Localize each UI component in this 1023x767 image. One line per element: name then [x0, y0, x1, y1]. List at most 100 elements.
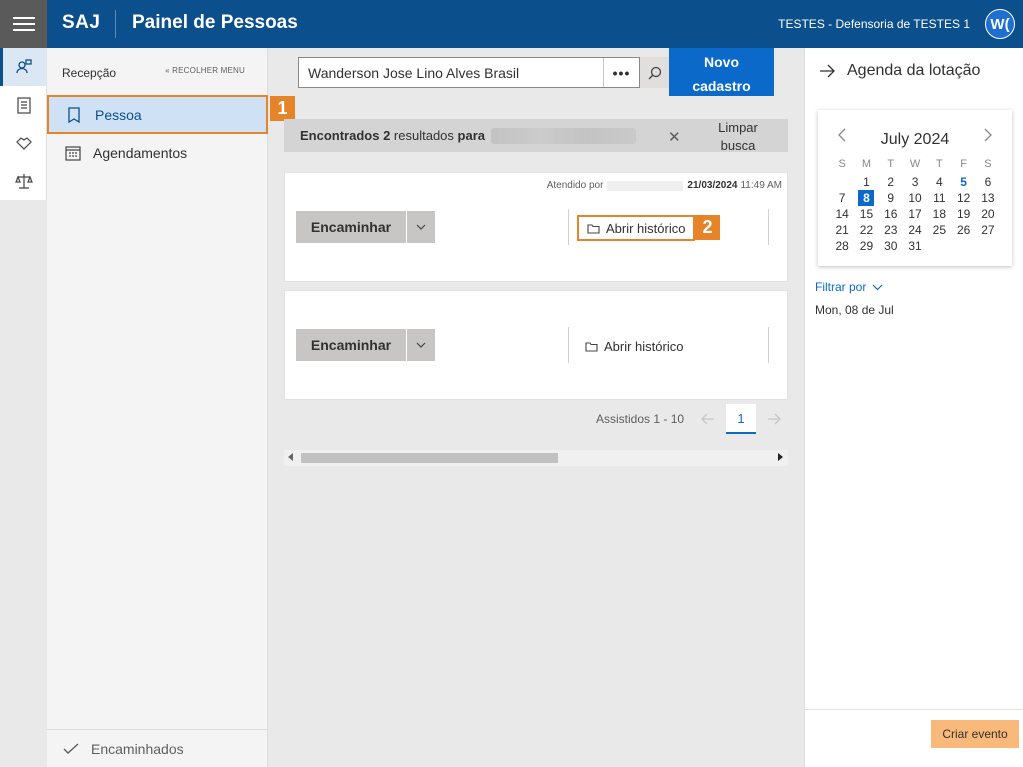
- attended-label: Atendido por: [546, 180, 604, 191]
- filter-dropdown[interactable]: Filtrar por: [815, 280, 883, 294]
- results-summary: Encontrados 2 resultados para: [284, 119, 688, 152]
- nav-item-agendamentos[interactable]: Agendamentos: [47, 134, 268, 172]
- calendar-day[interactable]: 18: [927, 206, 951, 222]
- calendar-day[interactable]: 22: [854, 222, 878, 238]
- truncated-content: [787, 209, 788, 229]
- results-word: resultados: [393, 128, 454, 143]
- agenda-footer: Criar evento: [805, 709, 1023, 767]
- new-record-button[interactable]: Novo cadastro: [669, 48, 774, 96]
- clipboard-icon[interactable]: [0, 86, 47, 124]
- calendar-day[interactable]: 29: [854, 238, 878, 254]
- nav-section-title: Recepção: [62, 66, 117, 80]
- hamburger-menu-icon[interactable]: [0, 0, 47, 48]
- calendar-day[interactable]: 13: [976, 190, 1000, 206]
- arrow-left-icon[interactable]: [694, 404, 722, 434]
- calendar-month[interactable]: July 2024: [818, 131, 1012, 149]
- collapse-menu-button[interactable]: « RECOLHER MENU: [165, 66, 245, 75]
- agenda-title[interactable]: Agenda da lotação: [819, 62, 980, 80]
- more-options-button[interactable]: •••: [603, 58, 639, 87]
- search-button[interactable]: [640, 57, 669, 88]
- calendar-day[interactable]: 2: [879, 174, 903, 190]
- calendar-day[interactable]: 15: [854, 206, 878, 222]
- people-icon[interactable]: [0, 48, 47, 86]
- redacted-attendant: [607, 180, 684, 191]
- search-input[interactable]: [299, 58, 604, 87]
- calendar-day[interactable]: 4: [927, 174, 951, 190]
- handshake-icon[interactable]: [0, 124, 47, 162]
- divider: [568, 327, 569, 363]
- agenda-panel: Agenda da lotação July 2024 SMTWTFS12345…: [804, 48, 1023, 767]
- clear-search-button[interactable]: Limpar busca: [688, 119, 788, 153]
- calendar-grid: S M T W T F S 1 2 3 4 5 6 7 8 9 10 11 12 13 14 15 16 17 18 19 20 21…: [830, 158, 1000, 254]
- new-record-label: Novo cadastro: [692, 54, 751, 94]
- calendar-day[interactable]: 24: [903, 222, 927, 238]
- calendar-day[interactable]: 17: [903, 206, 927, 222]
- calendar-day[interactable]: 21: [830, 222, 854, 238]
- filter-label: Filtrar por: [815, 280, 867, 294]
- arrow-right-icon[interactable]: [760, 404, 788, 434]
- result-card: Encaminhar Abrir histórico: [284, 290, 788, 400]
- calendar-day[interactable]: 6: [976, 174, 1000, 190]
- step-badge-1: 1: [270, 96, 295, 121]
- open-history-label: Abrir histórico: [604, 338, 684, 354]
- calendar-day[interactable]: 14: [830, 206, 854, 222]
- calendar-day[interactable]: 25: [927, 222, 951, 238]
- create-event-button[interactable]: Criar evento: [931, 720, 1019, 748]
- scroll-left-icon[interactable]: [288, 453, 293, 461]
- search-icon: [648, 66, 661, 79]
- calendar-day[interactable]: 3: [903, 174, 927, 190]
- calendar-weekday: W: [909, 158, 921, 170]
- calendar-empty-cell: [927, 238, 951, 254]
- calendar-day[interactable]: 20: [976, 206, 1000, 222]
- calendar-day[interactable]: 19: [951, 206, 975, 222]
- results-for: para: [457, 128, 485, 143]
- open-history-button[interactable]: Abrir histórico: [577, 215, 695, 241]
- calendar-empty-cell: [976, 238, 1000, 254]
- scales-icon[interactable]: [0, 162, 47, 200]
- calendar-day[interactable]: 26: [951, 222, 975, 238]
- brand-divider: [115, 10, 116, 38]
- horizontal-scrollbar[interactable]: [284, 450, 788, 466]
- scroll-right-icon[interactable]: [778, 453, 783, 461]
- calendar-day[interactable]: 30: [879, 238, 903, 254]
- organization-name[interactable]: TESTES - Defensoria de TESTES 1: [778, 17, 970, 31]
- calendar-day[interactable]: 27: [976, 222, 1000, 238]
- nav-footer-label: Encaminhados: [91, 740, 184, 757]
- calendar-empty-cell: [830, 174, 854, 190]
- divider: [568, 209, 569, 245]
- calendar-day[interactable]: 23: [879, 222, 903, 238]
- forward-button[interactable]: Encaminhar: [296, 211, 406, 243]
- calendar-day[interactable]: 16: [879, 206, 903, 222]
- nav-item-pessoa[interactable]: Pessoa: [47, 95, 268, 134]
- brand-logo[interactable]: SAJ: [62, 12, 100, 34]
- top-bar: SAJ Painel de Pessoas TESTES - Defensori…: [0, 0, 1023, 48]
- calendar-day[interactable]: 11: [927, 190, 951, 206]
- nav-footer-encaminhados[interactable]: Encaminhados: [47, 729, 268, 767]
- step-badge-2: 2: [695, 215, 720, 240]
- filter-date: Mon, 08 de Jul: [815, 303, 894, 317]
- calendar-day[interactable]: 7: [830, 190, 854, 206]
- open-history-button[interactable]: Abrir histórico: [577, 333, 695, 359]
- calendar-day[interactable]: 9: [879, 190, 903, 206]
- forward-button[interactable]: Encaminhar: [296, 329, 406, 361]
- close-icon[interactable]: ✕: [668, 128, 681, 146]
- chevron-right-icon[interactable]: [984, 128, 992, 145]
- calendar-day[interactable]: 1: [854, 174, 878, 190]
- chevron-down-icon[interactable]: [406, 211, 435, 243]
- pager-page-button[interactable]: 1: [726, 404, 756, 434]
- calendar-day[interactable]: 8: [858, 190, 875, 206]
- chevron-down-icon[interactable]: [406, 329, 435, 361]
- avatar[interactable]: W(: [985, 9, 1015, 39]
- calendar-day[interactable]: 31: [903, 238, 927, 254]
- divider: [768, 209, 769, 245]
- calendar-weekday: S: [838, 158, 846, 170]
- calendar-day[interactable]: 12: [951, 190, 975, 206]
- calendar-day[interactable]: 28: [830, 238, 854, 254]
- nav-item-label: Agendamentos: [93, 145, 188, 161]
- calendar-day[interactable]: 5: [951, 174, 975, 190]
- attended-date: 21/03/2024: [687, 180, 738, 191]
- calendar-weekday: M: [861, 158, 872, 170]
- scrollbar-thumb[interactable]: [301, 453, 558, 463]
- agenda-title-label: Agenda da lotação: [847, 62, 981, 79]
- calendar-day[interactable]: 10: [903, 190, 927, 206]
